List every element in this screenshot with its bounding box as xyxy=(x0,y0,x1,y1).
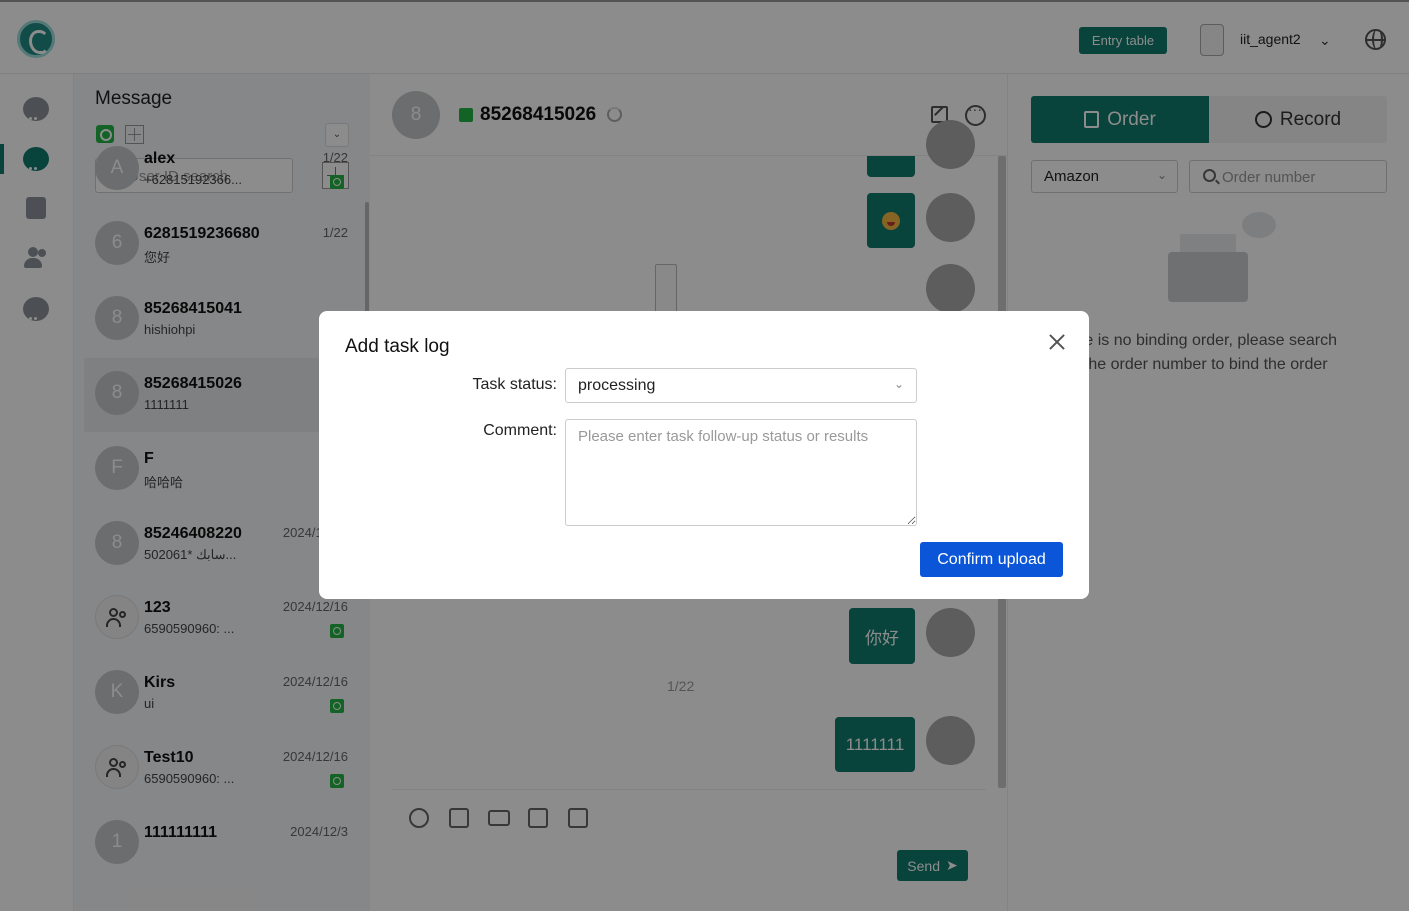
close-icon[interactable] xyxy=(1047,332,1067,352)
comment-textarea[interactable] xyxy=(565,419,917,526)
task-status-select[interactable]: processing ⌄ xyxy=(565,368,917,403)
comment-label: Comment: xyxy=(483,422,557,439)
task-status-value: processing xyxy=(578,377,656,394)
add-task-log-dialog: Add task log Task status: processing ⌄ C… xyxy=(319,311,1089,599)
chevron-down-icon: ⌄ xyxy=(893,377,904,391)
task-status-label: Task status: xyxy=(472,376,557,393)
dialog-title: Add task log xyxy=(345,336,450,357)
confirm-upload-button[interactable]: Confirm upload xyxy=(920,542,1063,577)
